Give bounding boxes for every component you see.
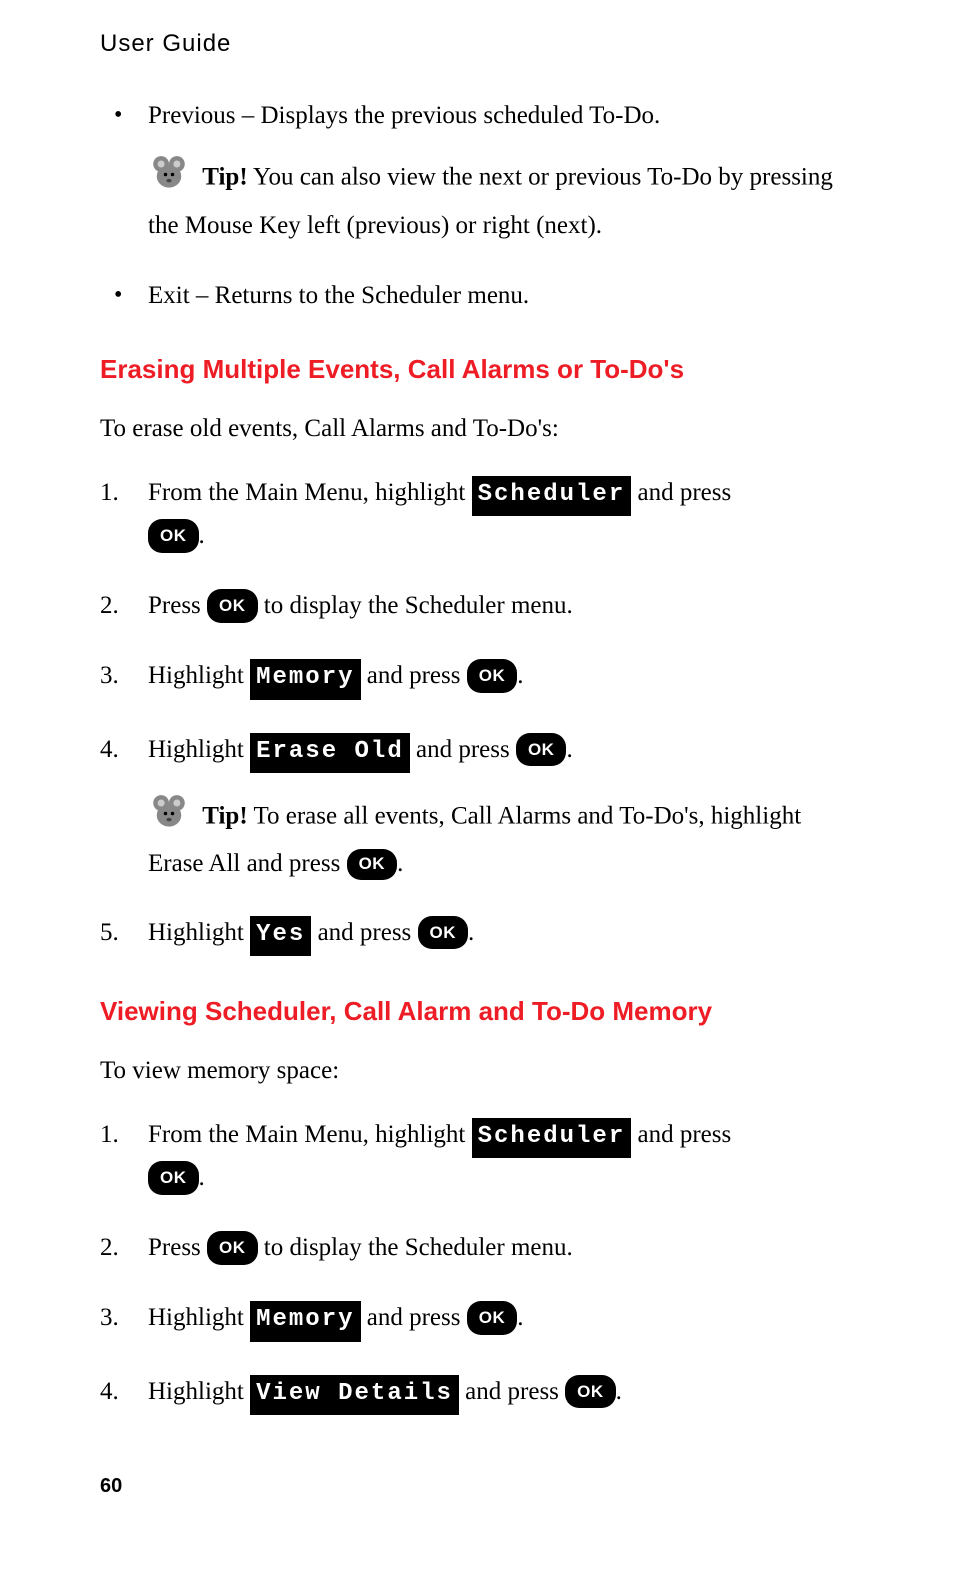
step-text: Highlight	[148, 919, 250, 946]
bullet-list: Previous – Displays the previous schedul…	[100, 98, 854, 314]
ok-button-icon: OK	[418, 916, 469, 949]
section-heading-viewing: Viewing Scheduler, Call Alarm and To-Do …	[100, 996, 854, 1027]
steps-list-viewing: From the Main Menu, highlight Scheduler …	[100, 1115, 854, 1415]
ok-button-icon: OK	[516, 733, 567, 766]
bullet-item-previous: Previous – Displays the previous schedul…	[100, 98, 854, 244]
step-text: and press	[631, 479, 731, 506]
lcd-label-memory: Memory	[250, 659, 360, 699]
step-text: and press	[311, 919, 417, 946]
step-item: Highlight Memory and press OK.	[100, 1298, 854, 1341]
lcd-label-scheduler: Scheduler	[472, 1118, 632, 1158]
ok-button-icon: OK	[148, 519, 199, 552]
step-item: Highlight Erase Old and press OK. Tip! T…	[100, 730, 854, 883]
period: .	[517, 662, 523, 689]
step-text: and press	[410, 736, 516, 763]
step-text: and press	[459, 1378, 565, 1405]
tip-block: Tip! You can also view the next or previ…	[148, 150, 854, 244]
period: .	[199, 522, 205, 549]
intro-text: To erase old events, Call Alarms and To-…	[100, 415, 854, 443]
period: .	[397, 850, 403, 877]
period: .	[566, 736, 572, 763]
bullet-text: Previous – Displays the previous schedul…	[148, 102, 660, 129]
step-text: to display the Scheduler menu.	[258, 1234, 573, 1261]
step-item: Highlight View Details and press OK.	[100, 1372, 854, 1415]
step-text: to display the Scheduler menu.	[258, 592, 573, 619]
step-item: From the Main Menu, highlight Scheduler …	[100, 1115, 854, 1198]
mouse-tip-icon	[148, 789, 190, 842]
tip-label: Tip!	[202, 803, 247, 830]
tip-label: Tip!	[202, 164, 247, 191]
step-text: Highlight	[148, 662, 250, 689]
step-text: and press	[631, 1121, 731, 1148]
ok-button-icon: OK	[467, 659, 518, 692]
step-item: From the Main Menu, highlight Scheduler …	[100, 473, 854, 556]
ok-button-icon: OK	[148, 1161, 199, 1194]
step-item: Press OK to display the Scheduler menu.	[100, 586, 854, 626]
section-heading-erasing: Erasing Multiple Events, Call Alarms or …	[100, 354, 854, 385]
lcd-label-memory: Memory	[250, 1301, 360, 1341]
step-text: and press	[361, 662, 467, 689]
step-text: Highlight	[148, 1304, 250, 1331]
ok-button-icon: OK	[207, 589, 258, 622]
bullet-text: Exit – Returns to the Scheduler menu.	[148, 282, 529, 309]
step-item: Press OK to display the Scheduler menu.	[100, 1228, 854, 1268]
tip-body: You can also view the next or previous T…	[148, 164, 833, 239]
ok-button-icon: OK	[565, 1375, 616, 1408]
step-text: From the Main Menu, highlight	[148, 479, 472, 506]
lcd-label-erase-old: Erase Old	[250, 733, 410, 773]
ok-button-icon: OK	[467, 1301, 518, 1334]
period: .	[199, 1164, 205, 1191]
lcd-label-view-details: View Details	[250, 1375, 459, 1415]
page-header: User Guide	[100, 30, 854, 58]
period: .	[517, 1304, 523, 1331]
period: .	[468, 919, 474, 946]
step-text: Highlight	[148, 1378, 250, 1405]
period: .	[616, 1378, 622, 1405]
step-text: Highlight	[148, 736, 250, 763]
bullet-item-exit: Exit – Returns to the Scheduler menu.	[100, 278, 854, 314]
steps-list-erasing: From the Main Menu, highlight Scheduler …	[100, 473, 854, 956]
page-number: 60	[100, 1475, 854, 1498]
step-text: From the Main Menu, highlight	[148, 1121, 472, 1148]
step-item: Highlight Memory and press OK.	[100, 656, 854, 699]
step-text: Press	[148, 1234, 207, 1261]
mouse-tip-icon	[148, 150, 190, 203]
ok-button-icon: OK	[347, 849, 398, 880]
lcd-label-yes: Yes	[250, 916, 311, 956]
step-text: Press	[148, 592, 207, 619]
lcd-label-scheduler: Scheduler	[472, 476, 632, 516]
tip-block: Tip! To erase all events, Call Alarms an…	[148, 789, 854, 883]
ok-button-icon: OK	[207, 1231, 258, 1264]
step-item: Highlight Yes and press OK.	[100, 913, 854, 956]
step-text: and press	[361, 1304, 467, 1331]
intro-text: To view memory space:	[100, 1057, 854, 1085]
